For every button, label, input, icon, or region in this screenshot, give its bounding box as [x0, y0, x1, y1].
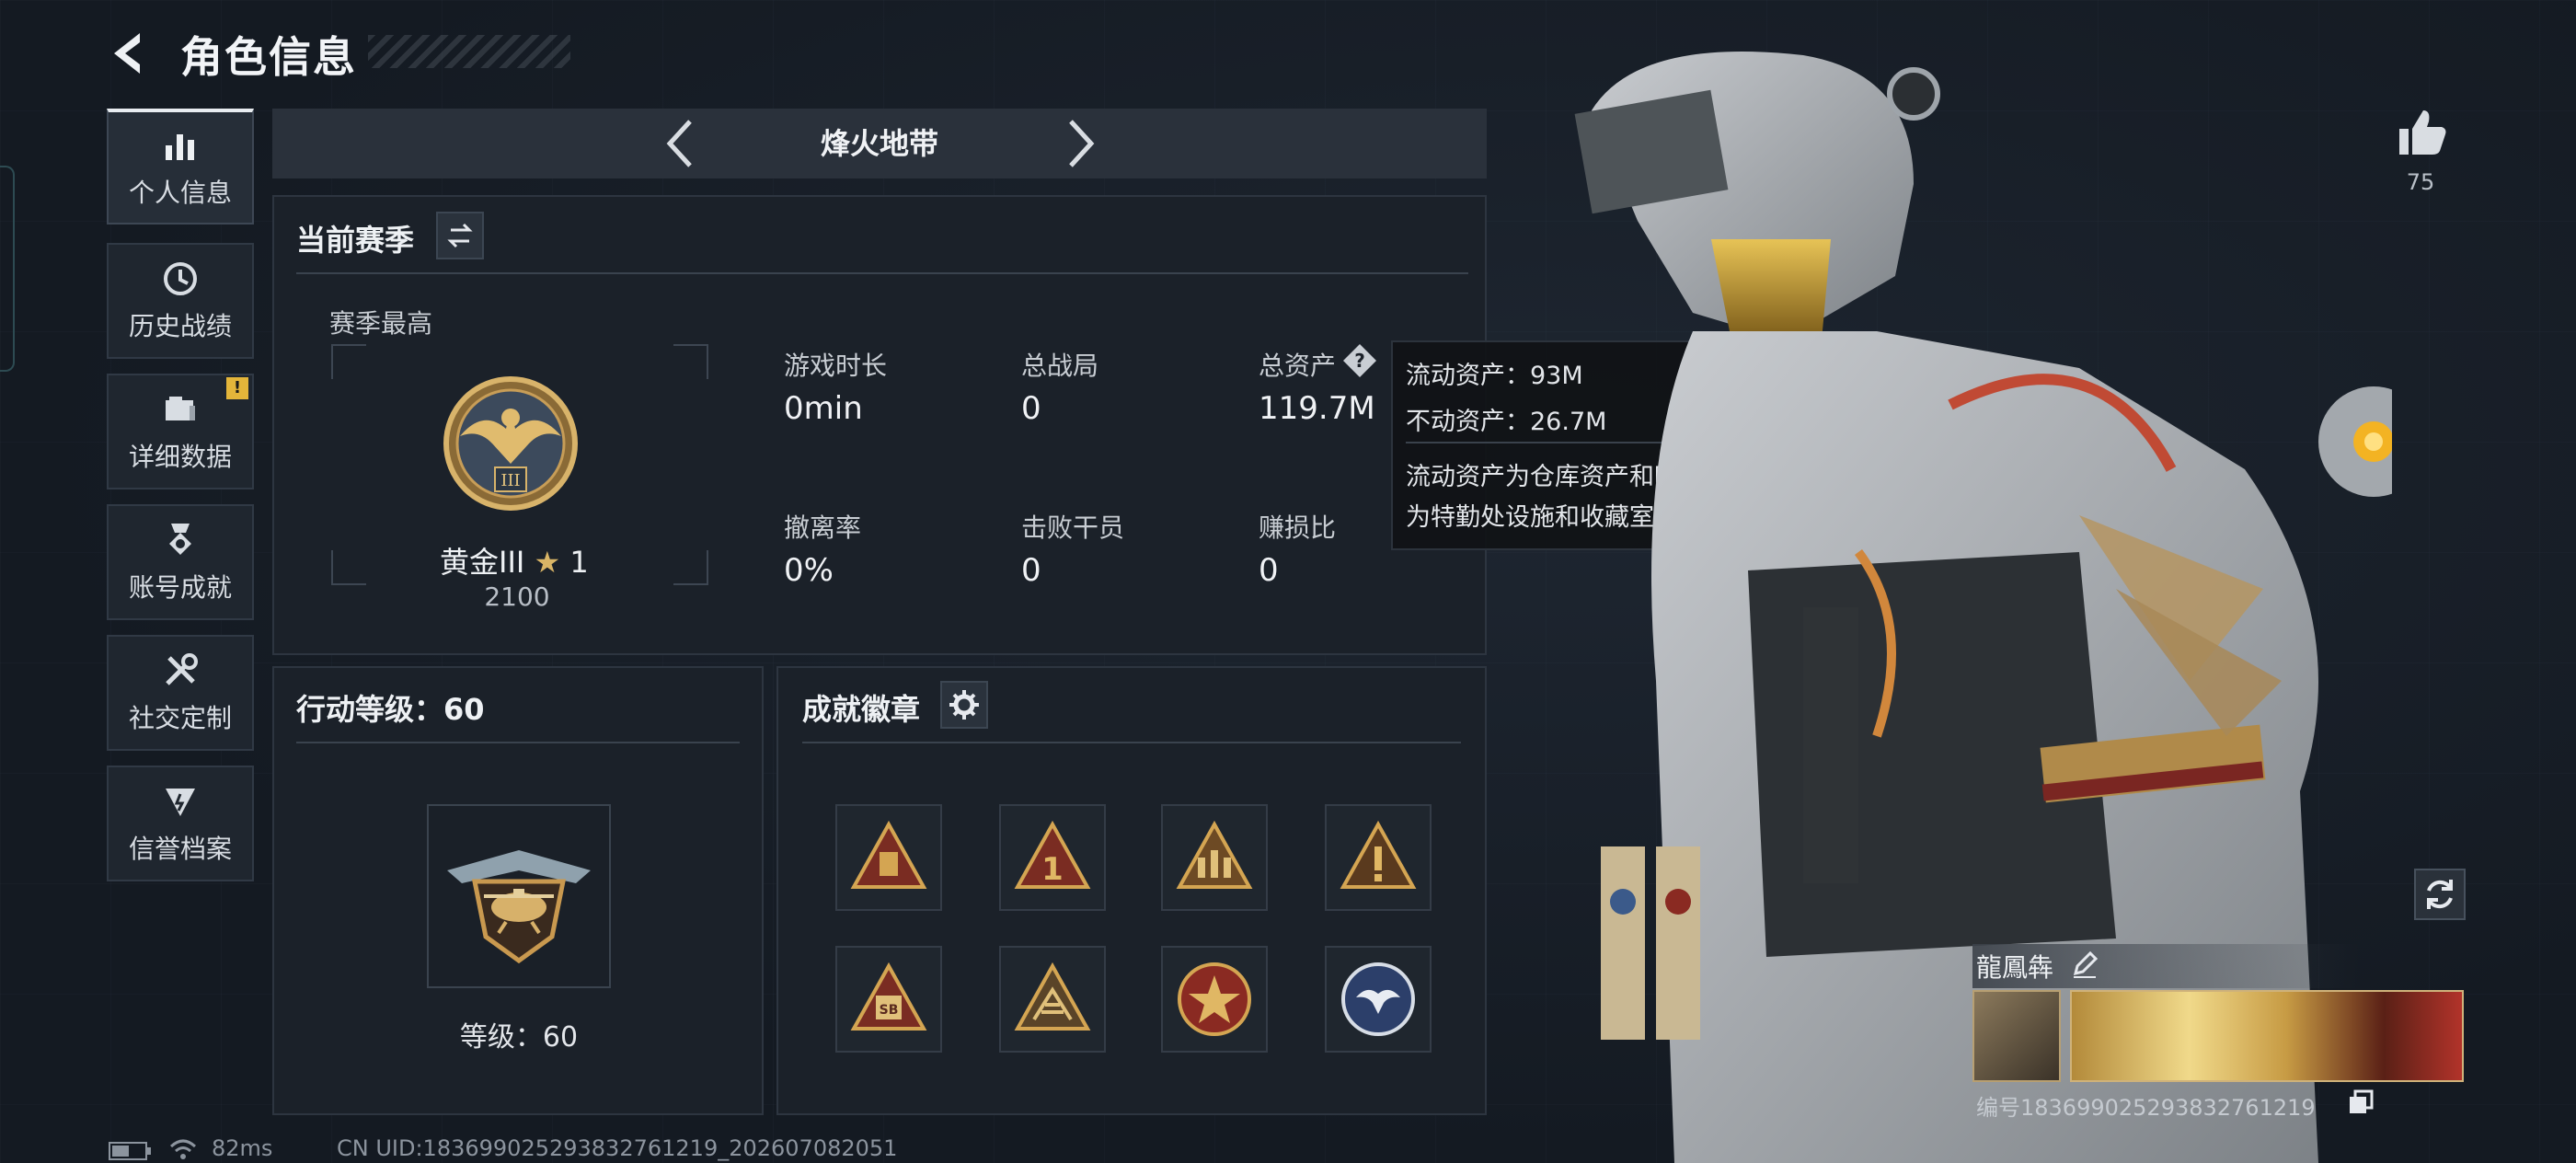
sb-crate-badge-icon: SB	[850, 961, 927, 1031]
level-emblem-frame	[427, 804, 611, 988]
badge-number-one[interactable]: 1	[999, 804, 1106, 911]
badge-warning[interactable]	[1325, 804, 1432, 911]
stat-assets-label: 总资产	[1259, 351, 1337, 381]
back-arrow-icon[interactable]	[103, 28, 155, 79]
frame-corner	[331, 344, 366, 379]
cargo-badge-icon	[850, 820, 927, 889]
badge-squad[interactable]	[1161, 804, 1268, 911]
swap-icon	[447, 223, 473, 248]
star-icon: ★	[534, 545, 561, 580]
eagle-seal-badge-icon	[1341, 962, 1415, 1036]
edge-handle[interactable]	[0, 166, 15, 372]
badge-stack[interactable]	[999, 946, 1106, 1053]
player-name: 龍鳳犇	[1976, 952, 2054, 983]
season-divider	[296, 272, 1468, 274]
page-title: 角色信息	[180, 32, 357, 82]
svg-text:1: 1	[1041, 851, 1064, 888]
name-card-banner[interactable]	[2070, 990, 2464, 1082]
badge-eagle-seal[interactable]	[1325, 946, 1432, 1053]
warning-badge-icon	[1340, 820, 1417, 889]
achievements-title: 成就徽章	[802, 692, 921, 727]
stat-extract-rate-value: 0%	[784, 552, 834, 589]
star-seal-badge-icon	[1178, 962, 1251, 1036]
sidebar-item-label: 历史战绩	[128, 311, 232, 341]
uid-text: CN UID:183699025293832761219_20260708205…	[337, 1135, 898, 1161]
sidebar-item-history[interactable]: 历史战绩	[107, 243, 254, 359]
stat-kills-value: 0	[1021, 552, 1041, 589]
sidebar-item-label: 详细数据	[128, 442, 232, 472]
copy-icon[interactable]	[2348, 1089, 2374, 1115]
title-decoration	[368, 35, 570, 68]
rank-roman: III	[500, 471, 520, 490]
svg-text:?: ?	[1354, 350, 1365, 372]
season-best-label: 赛季最高	[329, 308, 433, 339]
sidebar-item-label: 账号成就	[128, 572, 232, 603]
mode-title: 烽火地带	[820, 126, 938, 161]
rank-stars: 1	[569, 545, 589, 580]
stat-profit-ratio-value: 0	[1259, 552, 1279, 589]
frame-corner	[331, 550, 366, 585]
sidebar-item-personal-info[interactable]: 个人信息	[107, 109, 254, 225]
stat-assets-value: 119.7M	[1259, 390, 1375, 427]
stat-matches-label: 总战局	[1021, 351, 1099, 381]
sidebar-item-label: 信誉档案	[128, 834, 232, 864]
stat-profit-ratio-label: 赚损比	[1259, 512, 1337, 543]
next-mode-arrow-icon[interactable]	[1060, 116, 1102, 171]
gold-eagle-rank-icon: III	[443, 376, 578, 511]
number-one-badge-icon: 1	[1014, 820, 1091, 889]
refresh-icon	[2427, 880, 2453, 909]
season-title: 当前赛季	[296, 223, 415, 258]
sidebar-item-social[interactable]: 社交定制	[107, 635, 254, 751]
achievements-settings-button[interactable]	[940, 681, 988, 729]
badge-sb-crate[interactable]: SB	[835, 946, 942, 1053]
avatar[interactable]	[1972, 990, 2061, 1082]
squad-badge-icon	[1176, 820, 1253, 889]
clock-icon	[164, 262, 197, 295]
stat-playtime-value: 0min	[784, 390, 863, 427]
frame-corner	[673, 550, 708, 585]
reputation-icon	[166, 789, 195, 816]
gear-icon	[949, 690, 979, 720]
folder-icon	[166, 397, 195, 420]
svg-text:SB: SB	[880, 1003, 899, 1018]
sidebar-item-label: 社交定制	[128, 703, 232, 733]
sidebar-item-reputation[interactable]: 信誉档案	[107, 766, 254, 881]
rank-name: 黄金III	[440, 545, 525, 580]
alert-badge: !	[226, 377, 248, 399]
level-label: 等级：60	[459, 1021, 579, 1054]
rank-score: 2100	[484, 582, 550, 612]
rotate-character-button[interactable]	[2414, 869, 2466, 920]
rank-name-row: 黄金III ★ 1	[440, 539, 589, 582]
action-level-title: 行动等级：60	[296, 692, 485, 727]
wifi-icon	[169, 1139, 197, 1159]
stat-extract-rate-label: 撤离率	[784, 512, 862, 543]
like-count: 75	[2406, 169, 2435, 195]
player-id: 编号183699025293832761219	[1976, 1095, 2316, 1121]
sidebar-item-detailed-data[interactable]: ! 详细数据	[107, 374, 254, 489]
stat-kills-label: 击败干员	[1021, 512, 1125, 543]
edit-pencil-icon[interactable]	[2070, 950, 2099, 979]
sidebar-item-label: 个人信息	[128, 178, 232, 208]
thumbs-up-icon[interactable]	[2394, 105, 2449, 160]
help-icon[interactable]: ?	[1341, 342, 1378, 379]
badge-cargo[interactable]	[835, 804, 942, 911]
badge-star-seal[interactable]	[1161, 946, 1268, 1053]
battery-icon	[109, 1142, 151, 1160]
achievements-divider	[802, 742, 1461, 743]
sidebar-item-achievements[interactable]: 账号成就	[107, 504, 254, 620]
bar-chart-icon	[166, 134, 194, 160]
helicopter-emblem-icon	[447, 850, 591, 964]
stat-matches-value: 0	[1021, 390, 1041, 427]
switch-season-button[interactable]	[436, 212, 484, 259]
action-level-divider	[296, 742, 740, 743]
tools-icon	[166, 653, 198, 685]
stat-playtime-label: 游戏时长	[784, 351, 888, 381]
ping-text: 82ms	[212, 1135, 273, 1161]
frame-corner	[673, 344, 708, 379]
medal-icon	[169, 524, 191, 555]
stack-badge-icon	[1014, 961, 1091, 1031]
